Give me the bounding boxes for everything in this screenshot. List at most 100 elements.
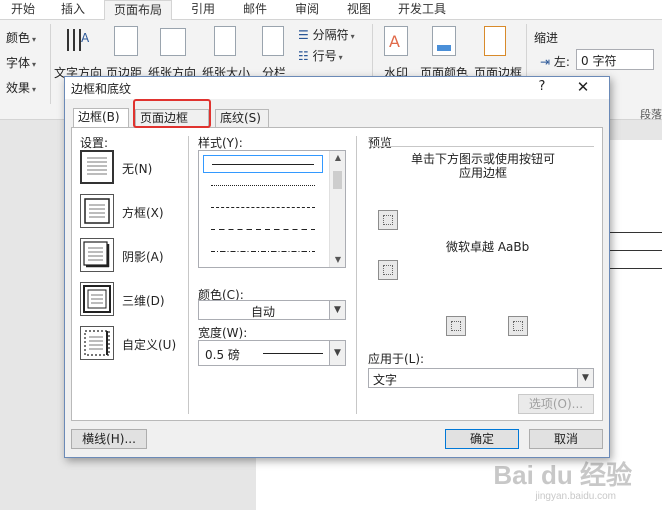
width-value: 0.5 磅 (205, 348, 240, 362)
line-numbers-icon: ☷ (298, 49, 309, 63)
size-icon[interactable] (214, 26, 236, 56)
setting-box-icon[interactable] (80, 194, 114, 228)
scroll-up-icon[interactable]: ▲ (330, 151, 346, 165)
chevron-down-icon: ▾ (338, 53, 343, 62)
preview-divider (372, 146, 594, 147)
scroll-thumb[interactable] (333, 171, 342, 189)
close-button[interactable]: ✕ (575, 78, 591, 96)
svg-text:A: A (389, 32, 400, 51)
ribbon-tab-insert[interactable]: 插入 (56, 0, 90, 20)
color-value: 自动 (251, 305, 276, 319)
ribbon-separator (50, 24, 51, 104)
line-style-dotted[interactable] (203, 177, 323, 195)
cancel-button[interactable]: 取消 (529, 429, 603, 449)
settings-label: 设置: (80, 136, 109, 150)
tab-borders[interactable]: 边框(B) (73, 108, 129, 128)
line-style-dash-dot[interactable] (203, 243, 323, 261)
ribbon-tab-developer[interactable]: 开发工具 (392, 0, 452, 20)
page-color-icon[interactable] (432, 26, 456, 56)
breaks-button[interactable]: ☰ 分隔符 ▾ (298, 26, 355, 43)
theme-fonts-button[interactable]: 字体 ▾ (6, 54, 36, 71)
text-direction-icon[interactable]: A (64, 26, 90, 54)
line-style-solid[interactable] (203, 155, 323, 173)
setting-shadow-icon[interactable] (80, 238, 114, 272)
chevron-down-icon: ▾ (350, 32, 355, 41)
chevron-down-icon: ▾ (32, 85, 37, 94)
right-border-button-icon[interactable] (508, 316, 528, 336)
watermark-icon[interactable]: A (384, 26, 408, 56)
top-border-button-icon[interactable] (378, 210, 398, 230)
indent-left-input[interactable]: 0 字符 (576, 49, 654, 70)
apply-to-label: 应用于(L): (368, 352, 425, 366)
orientation-icon[interactable] (160, 28, 186, 56)
borders-tab-panel: 设置: 无(N) 方框(X) 阴影(A) 三维(D) 自定义(U) 样式(Y): (71, 127, 603, 421)
line-style-list[interactable]: ▲ ▼ (198, 150, 346, 268)
chevron-down-icon: ▾ (32, 60, 37, 69)
dialog-title: 边框和底纹 (71, 82, 132, 96)
setting-3d-label[interactable]: 三维(D) (122, 292, 165, 309)
horizontal-line-button[interactable]: 横线(H)... (71, 429, 147, 449)
ribbon-tab-references[interactable]: 引用 (186, 0, 220, 20)
paragraph-group-label: 段落 (640, 108, 662, 121)
page-borders-icon[interactable] (484, 26, 506, 56)
theme-effects-button[interactable]: 效果 ▾ (6, 79, 36, 96)
indent-left-text: 左: (553, 55, 570, 69)
dialog-titlebar[interactable]: 边框和底纹 ? ✕ (65, 77, 609, 99)
apply-to-dropdown[interactable]: 文字 ▼ (368, 368, 594, 388)
theme-colors-label: 颜色 (6, 31, 31, 45)
tab-shading[interactable]: 底纹(S) (215, 109, 269, 127)
ribbon-tab-page-layout[interactable]: 页面布局 (104, 0, 172, 21)
ok-button[interactable]: 确定 (445, 429, 519, 449)
preview-label: 预览 (368, 136, 393, 150)
document-border-line (604, 232, 662, 233)
columns-icon[interactable] (262, 26, 284, 56)
middle-border-button-icon[interactable] (378, 260, 398, 280)
column-separator (356, 136, 357, 414)
chevron-down-icon[interactable]: ▼ (329, 301, 345, 319)
ribbon-tab-mailings[interactable]: 邮件 (238, 0, 272, 20)
chevron-down-icon[interactable]: ▼ (329, 341, 345, 365)
borders-and-shading-dialog: 边框和底纹 ? ✕ 边框(B) 页面边框(P) 底纹(S) 设置: 无(N) 方… (64, 76, 610, 458)
watermark-text: Bai du 经验 (493, 460, 632, 490)
svg-text:A: A (81, 31, 90, 45)
line-style-dashed-large[interactable] (203, 221, 323, 239)
tab-page-border[interactable]: 页面边框(P) (135, 109, 209, 141)
line-numbers-button[interactable]: ☷ 行号 ▾ (298, 47, 343, 64)
indent-title: 缩进 (534, 31, 559, 45)
ribbon-tab-review[interactable]: 审阅 (290, 0, 324, 20)
setting-custom-label[interactable]: 自定义(U) (122, 336, 176, 353)
ribbon-tab-view[interactable]: 视图 (342, 0, 376, 20)
theme-fonts-label: 字体 (6, 56, 31, 70)
indent-left-icon: ⇥ (540, 55, 551, 69)
width-dropdown[interactable]: 0.5 磅 ▼ (198, 340, 346, 366)
setting-box-label[interactable]: 方框(X) (122, 204, 164, 221)
ribbon-tab-bar: 开始 插入 页面布局 引用 邮件 审阅 视图 开发工具 (0, 0, 662, 21)
line-style-dashed-small[interactable] (203, 199, 323, 217)
setting-none-icon[interactable] (80, 150, 114, 184)
width-sample-line (263, 353, 323, 354)
color-dropdown[interactable]: 自动 ▼ (198, 300, 346, 320)
help-button[interactable]: ? (535, 79, 549, 94)
setting-shadow-label[interactable]: 阴影(A) (122, 248, 164, 265)
setting-custom-icon[interactable] (80, 326, 114, 360)
line-numbers-label: 行号 (312, 49, 337, 63)
watermark-subtext: jingyan.baidu.com (535, 491, 616, 502)
width-label: 宽度(W): (198, 326, 248, 340)
preview-sample-text: 微软卓越 AaBb (446, 240, 530, 254)
ribbon-tab-home[interactable]: 开始 (6, 0, 40, 20)
breaks-label: 分隔符 (312, 28, 349, 42)
style-list-scrollbar[interactable]: ▲ ▼ (329, 151, 345, 267)
theme-effects-label: 效果 (6, 81, 31, 95)
setting-none-label[interactable]: 无(N) (122, 160, 152, 177)
options-button[interactable]: 选项(O)... (518, 394, 594, 414)
document-border-line (604, 250, 662, 251)
left-border-button-icon[interactable] (446, 316, 466, 336)
theme-colors-button[interactable]: 颜色 ▾ (6, 29, 36, 46)
margins-icon[interactable] (114, 26, 138, 56)
setting-3d-icon[interactable] (80, 282, 114, 316)
chevron-down-icon[interactable]: ▼ (577, 369, 593, 387)
apply-to-value: 文字 (373, 373, 398, 387)
column-separator (188, 136, 189, 414)
scroll-down-icon[interactable]: ▼ (330, 253, 346, 267)
document-border-line (604, 268, 662, 269)
